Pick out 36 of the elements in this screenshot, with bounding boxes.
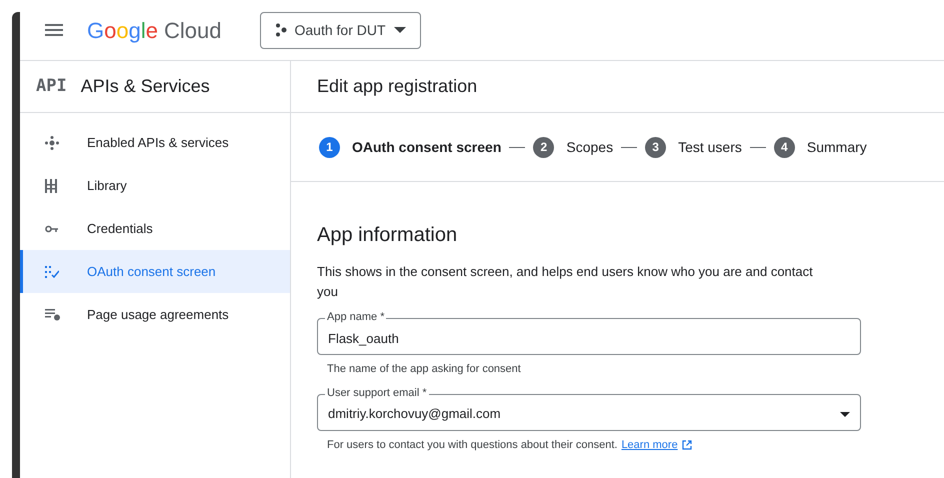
logo-wordmark: Google — [87, 16, 158, 45]
library-icon — [45, 178, 57, 192]
sidebar-item[interactable]: OAuth consent screen — [20, 250, 290, 293]
list-gear-icon — [45, 308, 61, 320]
project-icon — [274, 23, 286, 37]
learn-more-link[interactable]: Learn more — [621, 436, 678, 453]
sidebar-item[interactable]: Credentials — [20, 207, 290, 250]
step-label[interactable]: Summary — [806, 136, 867, 158]
menu-icon[interactable] — [45, 24, 63, 36]
page-title: Edit app registration — [317, 75, 478, 98]
api-label: API — [36, 74, 67, 98]
help-text: The name of the app asking for consent — [327, 362, 521, 377]
checklist-icon — [45, 266, 59, 278]
hub-icon — [45, 136, 59, 150]
step-label[interactable]: OAuth consent screen — [352, 136, 502, 158]
sidebar-title: APIs & Services — [80, 75, 210, 98]
field-label: App name * — [325, 311, 386, 324]
sidebar-item[interactable]: Page usage agreements — [20, 293, 290, 336]
step-number: 3 — [645, 136, 666, 158]
logo-product: Cloud — [164, 16, 222, 44]
step-number: 2 — [533, 136, 554, 158]
key-icon — [45, 224, 59, 232]
help-text: For users to contact you with questions about their consent. — [327, 438, 618, 452]
caret-icon — [840, 412, 850, 416]
step-number: 4 — [774, 136, 795, 158]
field-label: User support email * — [325, 386, 429, 400]
section-description: This shows in the consent screen, and helps end users know who you are and contact you — [317, 263, 814, 301]
project-picker[interactable]: Oauth for DUT — [260, 12, 421, 48]
external-link-icon — [682, 440, 692, 450]
step-number: 1 — [319, 136, 340, 158]
section-heading: App information — [317, 223, 458, 248]
step-label[interactable]: Scopes — [566, 136, 614, 158]
caret-icon — [394, 27, 406, 33]
sidebar-item[interactable]: Library — [20, 164, 290, 207]
step-label[interactable]: Test users — [678, 136, 742, 158]
sidebar-item[interactable]: Enabled APIs & services — [20, 121, 290, 164]
